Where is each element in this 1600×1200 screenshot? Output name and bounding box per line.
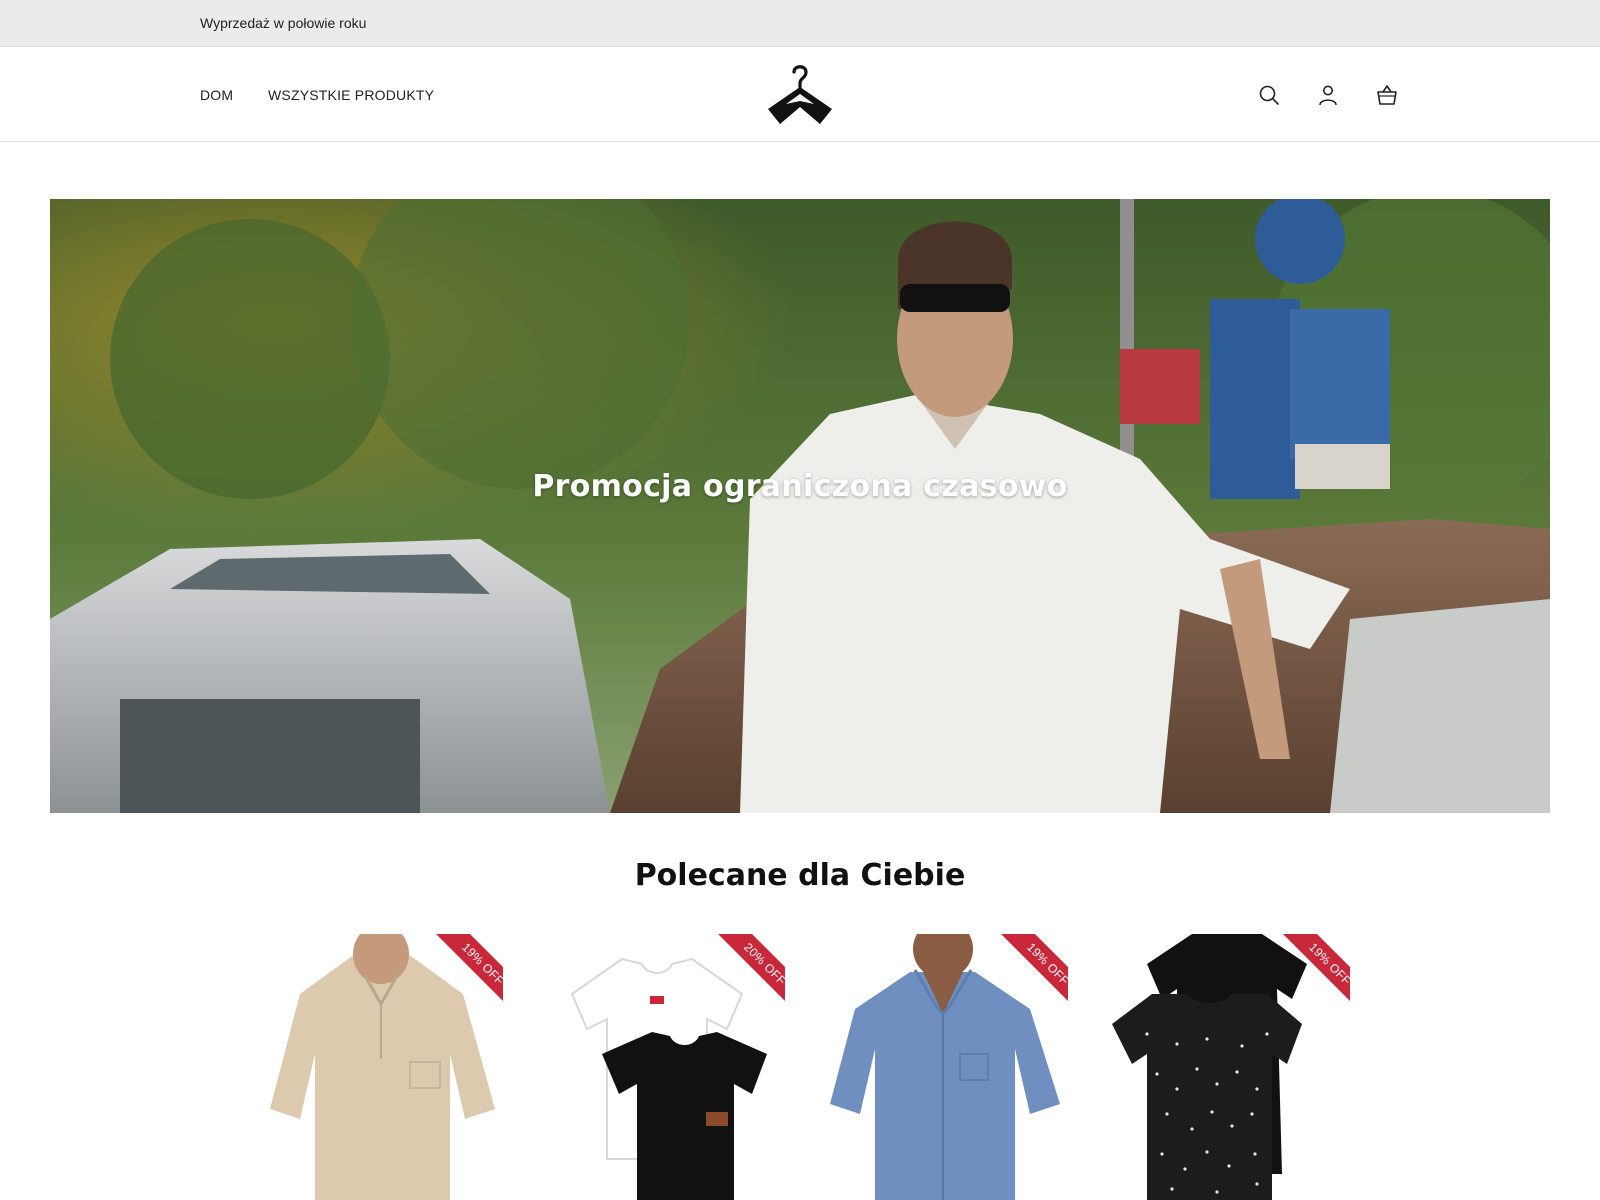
search-icon[interactable] <box>1257 83 1281 107</box>
discount-badge: 19% OFF <box>1274 934 1350 1010</box>
discount-badge: 19% OFF <box>427 934 503 1010</box>
site-header: DOM WSZYSTKIE PRODUKTY <box>0 47 1600 142</box>
announcement-bar: Wyprzedaż w połowie roku <box>0 0 1600 47</box>
product-card[interactable]: 20% OFF <box>542 934 785 1200</box>
nav-link-home[interactable]: DOM <box>200 87 233 103</box>
hanger-logo-icon[interactable] <box>766 61 834 127</box>
announcement-text: Wyprzedaż w połowie roku <box>200 15 367 31</box>
product-card[interactable]: 19% OFF <box>1107 934 1350 1200</box>
product-card[interactable]: 19% OFF <box>825 934 1068 1200</box>
product-card[interactable]: 19% OFF <box>260 934 503 1200</box>
cart-icon[interactable] <box>1375 83 1399 107</box>
account-icon[interactable] <box>1316 83 1340 107</box>
featured-section-title: Polecane dla Ciebie <box>634 858 966 893</box>
hero-title: Promocja ograniczona czasowo <box>532 469 1068 504</box>
hero-image <box>50 199 1550 813</box>
nav-link-all-products[interactable]: WSZYSTKIE PRODUKTY <box>268 87 434 103</box>
discount-label: 19% OFF <box>1279 934 1350 1010</box>
hero-banner[interactable]: Promocja ograniczona czasowo <box>50 199 1550 813</box>
discount-label: 19% OFF <box>997 934 1068 1010</box>
discount-label: 19% OFF <box>432 934 503 1010</box>
discount-label: 20% OFF <box>714 934 785 1010</box>
discount-badge: 20% OFF <box>709 934 785 1010</box>
discount-badge: 19% OFF <box>992 934 1068 1010</box>
